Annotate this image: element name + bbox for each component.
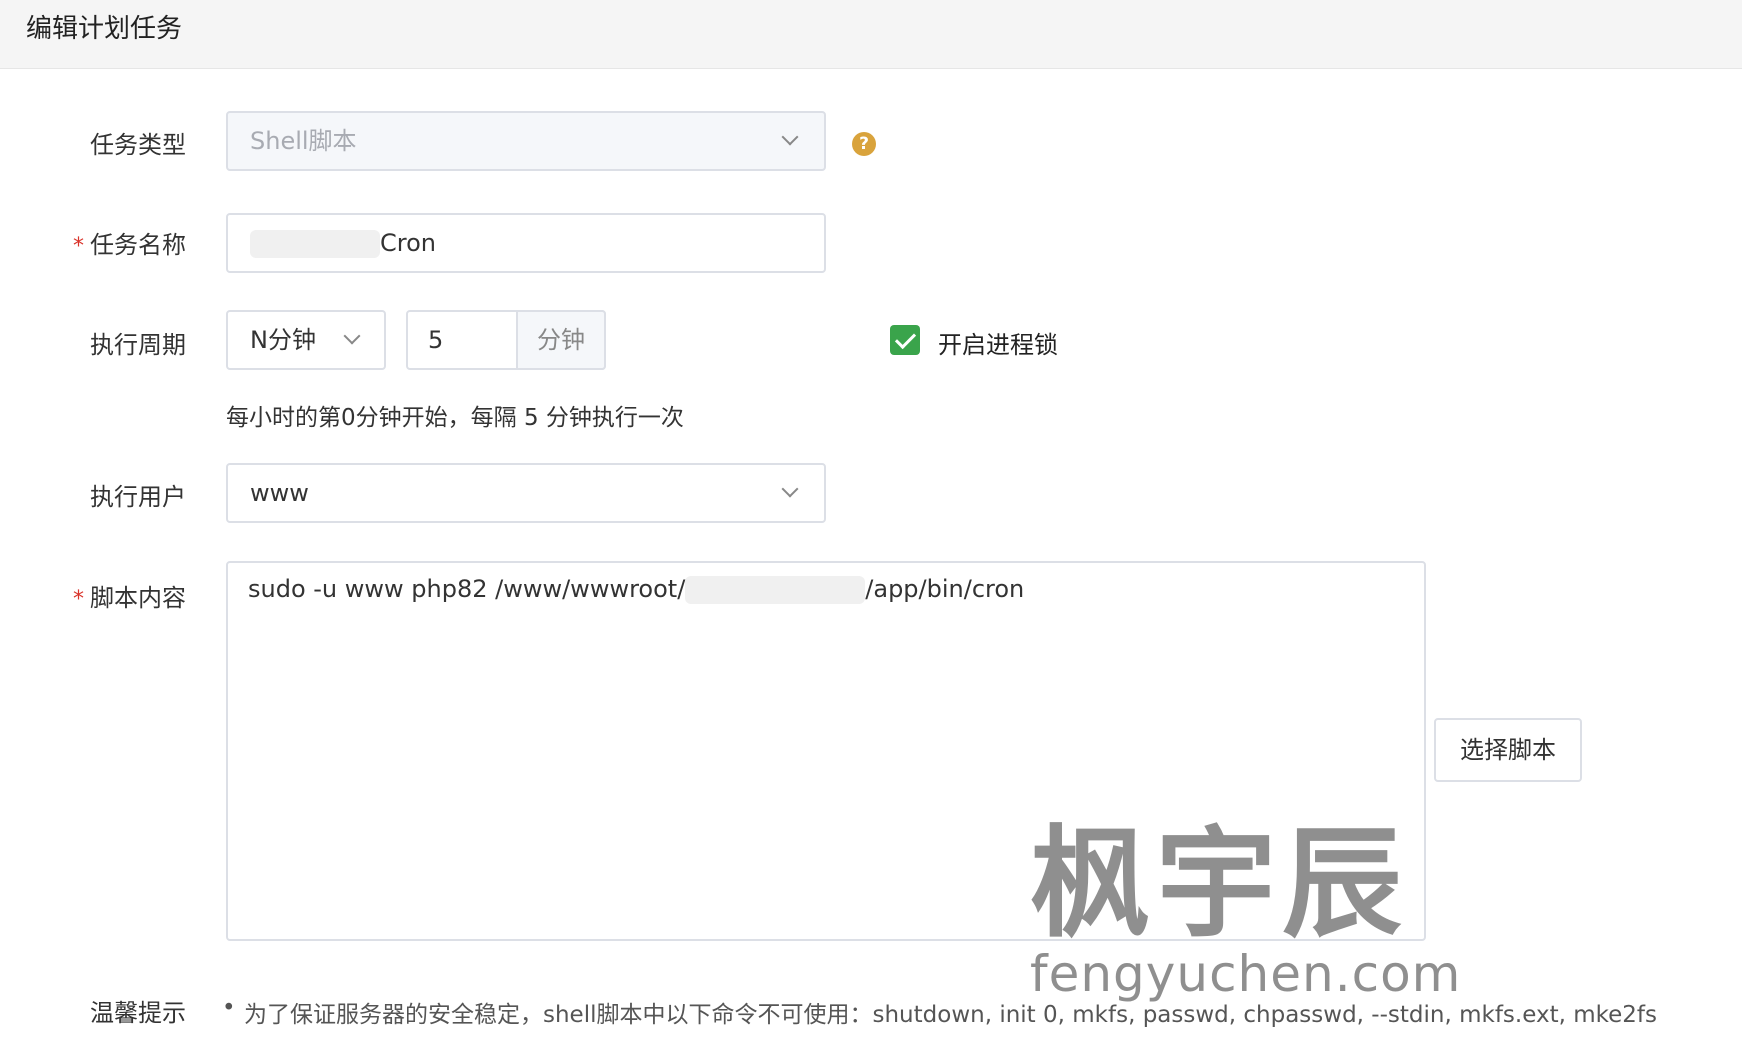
script-label: * 脚本内容 bbox=[73, 584, 186, 612]
process-lock-checkbox[interactable] bbox=[890, 325, 920, 355]
task-name-label: * 任务名称 bbox=[73, 231, 186, 259]
task-type-value: Shell脚本 bbox=[250, 127, 357, 155]
user-value: www bbox=[250, 479, 309, 507]
required-mark: * bbox=[73, 234, 84, 259]
script-prefix: sudo -u www php82 /www/wwwroot/ bbox=[248, 575, 686, 603]
help-icon[interactable]: ? bbox=[852, 132, 876, 156]
select-script-button[interactable]: 选择脚本 bbox=[1434, 718, 1582, 782]
period-mode-value: N分钟 bbox=[250, 326, 316, 354]
task-name-value: Cron bbox=[380, 229, 436, 257]
period-value: 5 bbox=[428, 326, 444, 354]
task-type-label: 任务类型 bbox=[90, 131, 186, 159]
user-select[interactable]: www bbox=[226, 463, 826, 523]
period-unit-suffix: 分钟 bbox=[516, 310, 606, 370]
tips-label: 温馨提示 bbox=[90, 999, 186, 1027]
page-title: 编辑计划任务 bbox=[26, 14, 183, 44]
user-label: 执行用户 bbox=[90, 483, 186, 511]
required-mark: * bbox=[73, 587, 84, 612]
chevron-down-icon bbox=[781, 128, 799, 146]
redacted-text bbox=[685, 576, 866, 604]
page-header: 编辑计划任务 bbox=[0, 0, 1742, 69]
period-label: 执行周期 bbox=[90, 331, 186, 359]
task-name-input[interactable]: Cron bbox=[226, 213, 826, 273]
task-type-select[interactable]: Shell脚本 bbox=[226, 111, 826, 171]
tips-item: 为了保证服务器的安全稳定，shell脚本中以下命令不可使用：shutdown, … bbox=[222, 995, 1657, 1029]
period-mode-select[interactable]: N分钟 bbox=[226, 310, 386, 370]
chevron-down-icon bbox=[343, 327, 361, 345]
script-suffix: /app/bin/cron bbox=[865, 575, 1025, 603]
process-lock-label: 开启进程锁 bbox=[938, 331, 1058, 359]
redacted-text bbox=[250, 230, 380, 258]
watermark-logo: 枫宇辰 bbox=[1030, 815, 1408, 954]
chevron-down-icon bbox=[781, 480, 799, 498]
period-description: 每小时的第0分钟开始，每隔 5 分钟执行一次 bbox=[226, 405, 684, 431]
